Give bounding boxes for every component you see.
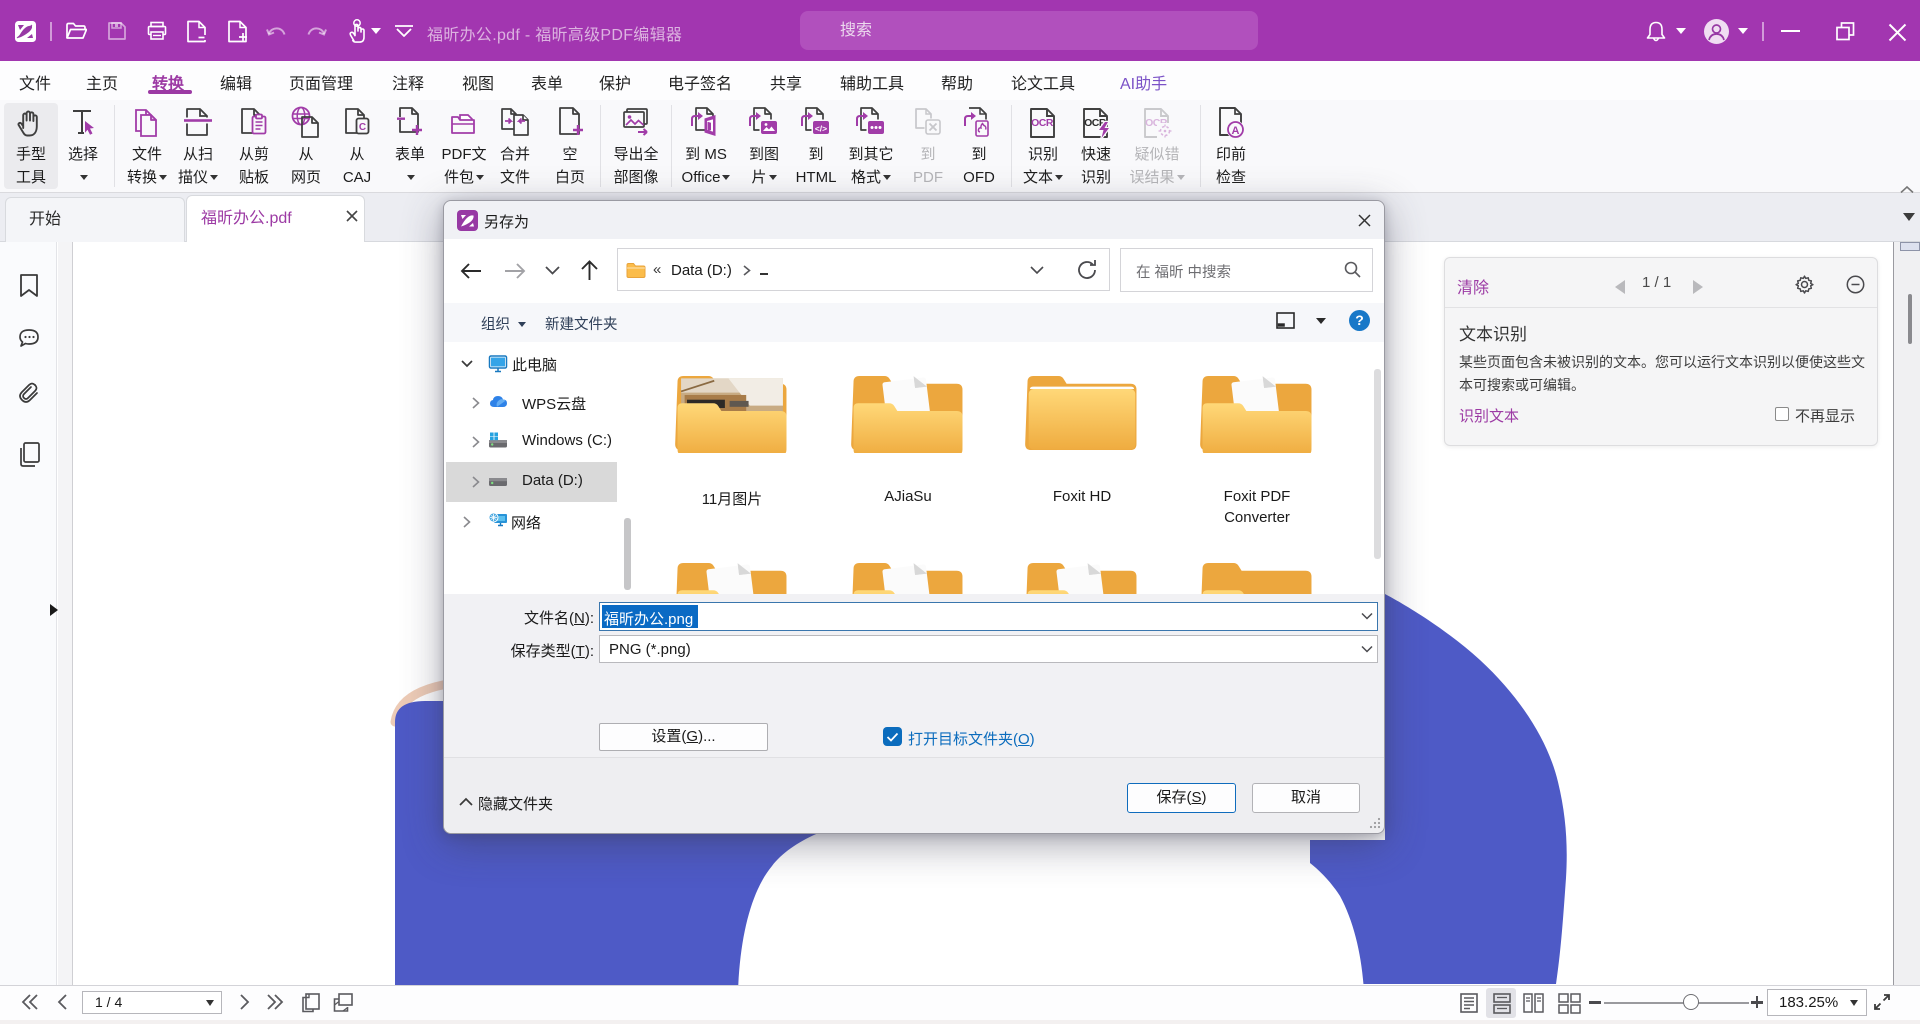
svg-text:C: C xyxy=(359,122,366,133)
svg-text:OCR: OCR xyxy=(1031,117,1054,129)
svg-text:A: A xyxy=(1232,125,1240,137)
svg-text:</>: </> xyxy=(815,124,827,134)
